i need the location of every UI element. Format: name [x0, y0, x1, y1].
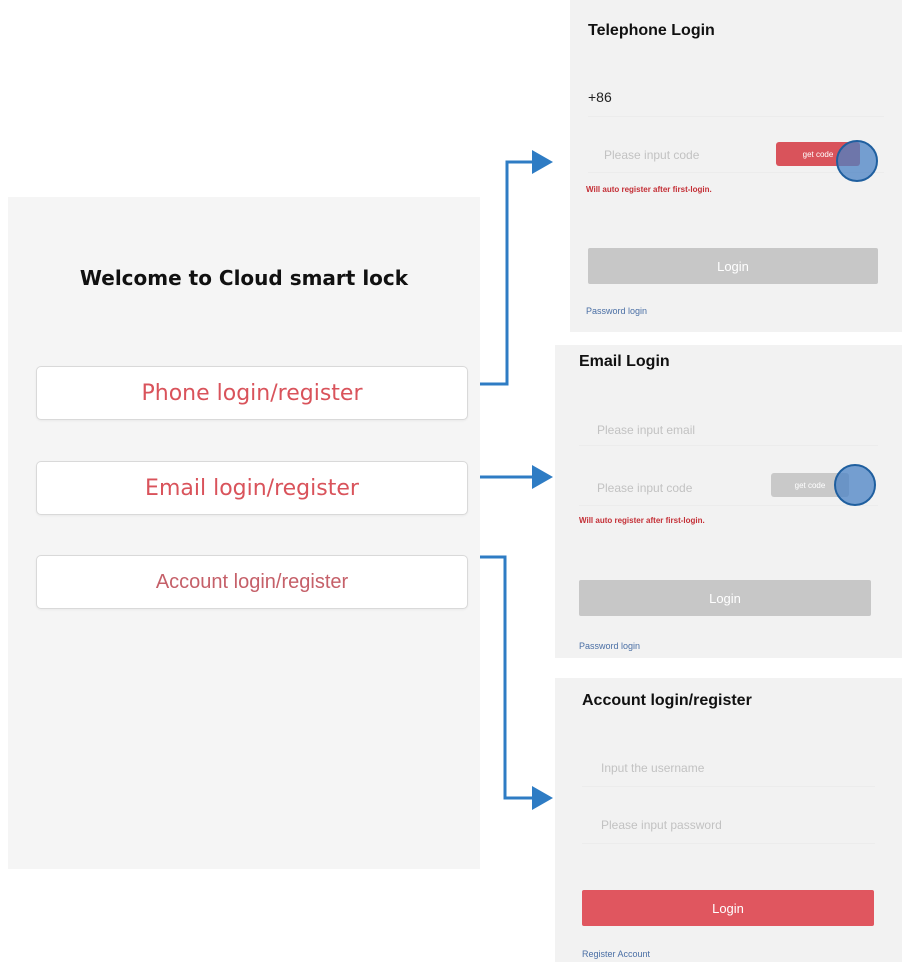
connector-arrows — [480, 150, 553, 810]
phone-arrow — [480, 150, 553, 386]
account-arrow — [480, 555, 553, 810]
